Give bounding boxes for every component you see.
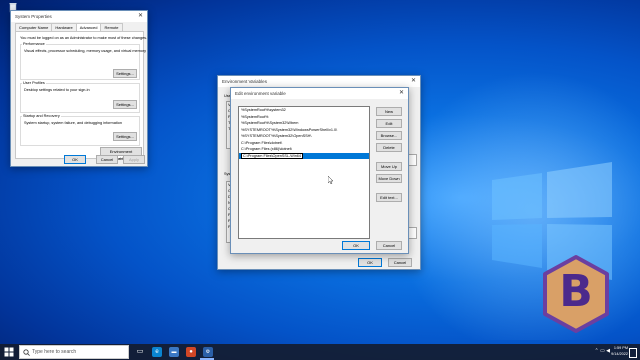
tab-strip: Computer Name Hardware Advanced Remote [15, 23, 123, 31]
path-entries-list[interactable]: %SystemRoot%\system32 %SystemRoot% %Syst… [238, 106, 370, 239]
user-profiles-desc: Desktop settings related to your sign-in [24, 88, 90, 92]
startup-recovery-settings-button[interactable]: Settings... [113, 132, 137, 141]
edge-icon[interactable]: e [152, 347, 162, 357]
new-button[interactable]: New [376, 107, 402, 116]
notification-icon[interactable] [629, 348, 637, 358]
window-title: System Properties [15, 14, 52, 19]
tab-remote[interactable]: Remote [100, 23, 123, 31]
ok-button[interactable]: OK [358, 258, 382, 267]
ok-button[interactable]: OK [64, 155, 86, 164]
file-explorer-icon[interactable]: ▬ [169, 347, 179, 357]
ok-button[interactable]: OK [342, 241, 370, 250]
cancel-button[interactable]: Cancel [376, 241, 402, 250]
user-profiles-title: User Profiles [22, 81, 46, 85]
tab-computer-name[interactable]: Computer Name [15, 23, 53, 31]
path-edit-field[interactable]: C:\Program Files\OpenSSL-Win64 [241, 152, 304, 159]
system-properties-titlebar: System Properties ✕ [11, 11, 147, 22]
close-icon[interactable]: ✕ [399, 88, 404, 99]
chrome-icon[interactable]: ● [186, 347, 196, 357]
apply-button[interactable]: Apply [123, 155, 145, 164]
close-icon[interactable]: ✕ [138, 11, 143, 22]
clock-date: 9/14/2022 [611, 352, 628, 356]
cancel-button[interactable]: Cancel [388, 258, 412, 267]
tab-hardware[interactable]: Hardware [51, 23, 77, 31]
edit-text-button[interactable]: Edit text... [376, 193, 402, 202]
delete-button[interactable]: Delete [376, 143, 402, 152]
performance-title: Performance [22, 42, 46, 46]
system-properties-window: System Properties ✕ Computer Name Hardwa… [10, 10, 148, 167]
logo-letter: B [559, 266, 593, 317]
window-title: Environment Variables [222, 79, 267, 84]
tray-icons[interactable]: ⌃ ▭ ◀ [594, 348, 610, 354]
task-view-icon[interactable]: ▭ [135, 347, 145, 357]
list-item-editing[interactable]: C:\Program Files\OpenSSL-Win64 [239, 152, 369, 159]
move-up-button[interactable]: Move Up [376, 162, 402, 171]
clock[interactable]: 1:59 PM 9/14/2022 [611, 345, 628, 357]
edit-environment-variable-dialog: Edit environment variable ✕ %SystemRoot%… [230, 87, 409, 254]
cancel-button[interactable]: Cancel [96, 155, 118, 164]
settings-app-icon[interactable]: ⚙ [203, 347, 213, 357]
tab-advanced[interactable]: Advanced [75, 23, 102, 31]
move-down-button[interactable]: Move Down [376, 174, 402, 183]
admin-note: You must be logged on as an Administrato… [20, 36, 148, 40]
user-profiles-settings-button[interactable]: Settings... [113, 100, 137, 109]
edit-button[interactable]: Edit [376, 119, 402, 128]
search-placeholder: Type here to search [32, 349, 77, 355]
browse-button[interactable]: Browse... [376, 131, 402, 140]
startup-recovery-desc: System startup, system failure, and debu… [24, 121, 122, 125]
advanced-tab-panel: You must be logged on as an Administrato… [15, 31, 148, 161]
mouse-cursor-icon [328, 176, 334, 184]
performance-desc: Visual effects, processor scheduling, me… [24, 49, 147, 53]
search-icon [23, 349, 30, 356]
taskbar: Type here to search ▭ e ▬ ● ⚙ ⌃ ▭ ◀ 1:59… [0, 344, 640, 360]
window-title: Edit environment variable [235, 91, 286, 96]
performance-settings-button[interactable]: Settings... [113, 69, 137, 78]
startup-recovery-title: Startup and Recovery [22, 114, 61, 118]
windows-start-icon[interactable] [4, 347, 14, 357]
close-icon[interactable]: ✕ [411, 76, 416, 87]
edit-dialog-titlebar: Edit environment variable ✕ [231, 88, 408, 99]
taskbar-search-box[interactable]: Type here to search [19, 345, 129, 359]
environment-variables-titlebar: Environment Variables ✕ [218, 76, 420, 87]
